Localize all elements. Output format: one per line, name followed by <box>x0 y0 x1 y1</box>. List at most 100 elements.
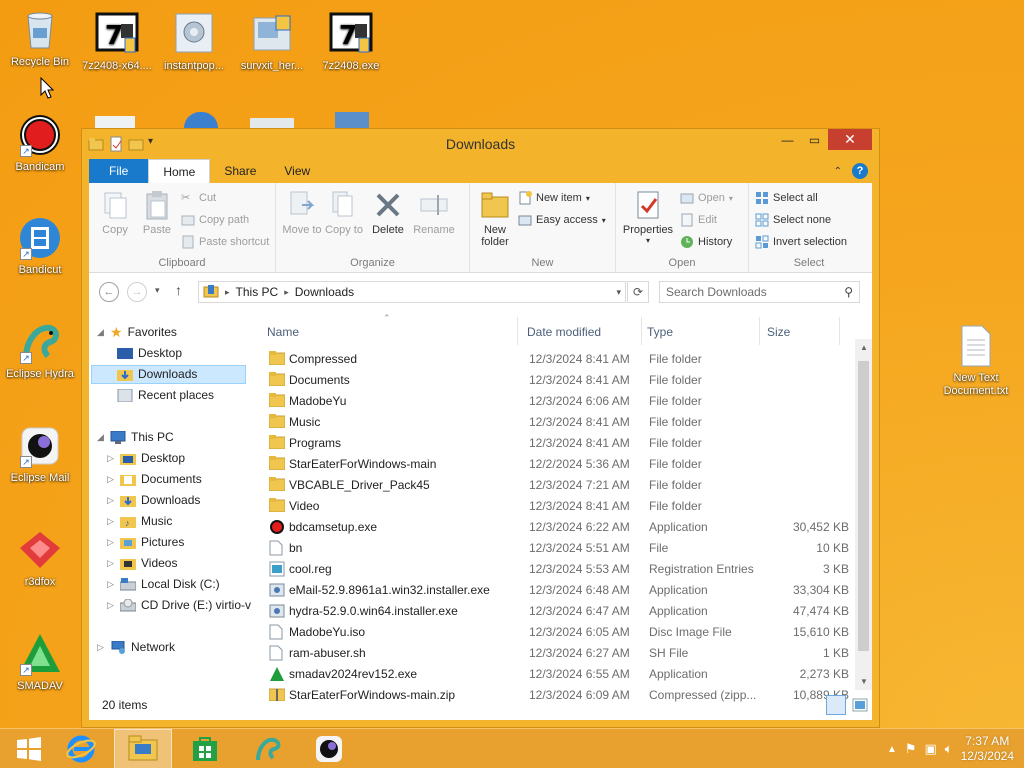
file-row[interactable]: StarEaterForWindows-main 12/2/2024 5:36 A… <box>267 454 857 475</box>
select-all-button[interactable]: Select all <box>755 191 818 205</box>
collapse-arrow-icon[interactable]: ▷ <box>107 575 115 594</box>
nav-network[interactable]: ▷ Network <box>97 638 175 657</box>
file-row[interactable]: Programs 12/3/2024 8:41 AM File folder <box>267 433 857 454</box>
scroll-up-icon[interactable]: ▲ <box>860 343 868 352</box>
easy-access-button[interactable]: Easy access ▾ <box>518 213 606 227</box>
nav-pc-videos[interactable]: ▷ Videos <box>107 554 177 573</box>
desktop-icon-eclipse-hydra[interactable]: ↗ Eclipse Hydra <box>0 320 80 380</box>
nav-pc-documents[interactable]: ▷ Documents <box>107 470 202 489</box>
desktop-icon-instantpop[interactable]: instantpop... <box>154 12 234 72</box>
column-header-size[interactable]: Size <box>767 325 790 339</box>
nav-pc-local-disk[interactable]: ▷ Local Disk (C:) <box>107 575 220 594</box>
minimize-ribbon-icon[interactable]: ⌃ <box>834 166 842 177</box>
paste-shortcut-button[interactable]: Paste shortcut <box>181 235 269 249</box>
history-button[interactable]: History <box>680 235 732 249</box>
nav-this-pc[interactable]: ◢ This PC <box>97 428 174 447</box>
nav-fav-recent-places[interactable]: Recent places <box>117 386 214 405</box>
large-icons-view-icon[interactable] <box>852 697 868 713</box>
file-row[interactable]: VBCABLE_Driver_Pack45 12/3/2024 7:21 AM Fi… <box>267 475 857 496</box>
taskbar-store[interactable] <box>176 729 234 768</box>
back-button[interactable]: ← <box>99 282 119 302</box>
nav-pc-downloads[interactable]: ▷ Downloads <box>107 491 200 510</box>
start-button[interactable] <box>0 729 58 768</box>
collapse-arrow-icon[interactable]: ▷ <box>97 638 105 657</box>
desktop-icon-recycle-bin[interactable]: Recycle Bin <box>0 8 80 68</box>
refresh-icon[interactable]: ⟳ <box>627 281 649 303</box>
up-arrow-icon[interactable]: ↑ <box>175 282 182 298</box>
column-header-name[interactable]: Name <box>267 325 299 339</box>
collapse-arrow-icon[interactable]: ▷ <box>107 512 115 531</box>
nav-fav-desktop[interactable]: Desktop <box>117 344 182 363</box>
desktop-icon-new-text-document[interactable]: New Text Document.txt <box>935 324 1017 398</box>
file-row[interactable]: hydra-52.9.0.win64.installer.exe 12/3/202… <box>267 601 857 622</box>
cut-button[interactable]: ✂ Cut <box>181 191 216 205</box>
desktop-icon-smadav[interactable]: ↗ SMADAV <box>0 632 80 692</box>
breadcrumb-this-pc[interactable]: This PC <box>236 285 279 299</box>
file-row[interactable]: MadobeYu.iso 12/3/2024 6:05 AM Disc Image … <box>267 622 857 643</box>
file-row[interactable]: ram-abuser.sh 12/3/2024 6:27 AM SH File 1 K… <box>267 643 857 664</box>
nav-pc-music[interactable]: ▷ ♪ Music <box>107 512 172 531</box>
forward-button[interactable]: → <box>127 282 147 302</box>
minimize-button[interactable]: — <box>774 129 801 150</box>
scrollbar-thumb[interactable] <box>858 361 869 651</box>
network-icon[interactable]: ▣ <box>925 741 937 757</box>
address-bar[interactable]: ▸ This PC ▸ Downloads ▾ <box>198 281 626 303</box>
desktop-icon-survxit[interactable]: survxit_her... <box>232 12 312 72</box>
file-row[interactable]: eMail-52.9.8961a1.win32.installer.exe 12/… <box>267 580 857 601</box>
edit-button[interactable]: Edit <box>680 213 717 227</box>
new-item-button[interactable]: New item ▾ <box>518 191 590 205</box>
collapse-arrow-icon[interactable]: ▷ <box>107 533 115 552</box>
nav-pc-desktop[interactable]: ▷ Desktop <box>107 449 185 468</box>
collapse-arrow-icon[interactable]: ▷ <box>107 491 115 510</box>
volume-icon[interactable]: 🔈︎ <box>945 741 953 757</box>
nav-favorites[interactable]: ◢ ★ Favorites <box>97 323 177 342</box>
vertical-scrollbar[interactable]: ▲ ▼ <box>855 339 872 690</box>
nav-pc-cd-drive[interactable]: ▷ CD Drive (E:) virtio-v <box>107 596 251 615</box>
tab-view[interactable]: View <box>270 159 324 183</box>
breadcrumb-downloads[interactable]: Downloads <box>295 285 354 299</box>
desktop-icon-r3dfox[interactable]: r3dfox <box>0 528 80 588</box>
desktop-icon-bandicam[interactable]: ↗ Bandicam <box>0 113 80 173</box>
paste-button[interactable]: Paste <box>135 187 179 236</box>
properties-button[interactable]: Properties ▾ <box>620 187 676 245</box>
address-dropdown-icon[interactable]: ▾ <box>616 287 621 298</box>
details-view-icon[interactable] <box>826 695 846 715</box>
file-row[interactable]: MadobeYu 12/3/2024 6:06 AM File folder <box>267 391 857 412</box>
tab-home[interactable]: Home <box>148 159 211 183</box>
file-row[interactable]: Documents 12/3/2024 8:41 AM File folder <box>267 370 857 391</box>
delete-button[interactable]: Delete <box>366 187 410 236</box>
scroll-down-icon[interactable]: ▼ <box>860 677 868 686</box>
tab-file[interactable]: File <box>89 159 149 183</box>
nav-fav-downloads[interactable]: Downloads <box>91 365 246 384</box>
action-center-flag-icon[interactable]: ⚑ <box>905 741 917 757</box>
select-none-button[interactable]: Select none <box>755 213 831 227</box>
collapse-arrow-icon[interactable]: ▷ <box>107 449 115 468</box>
file-row[interactable]: Compressed 12/3/2024 8:41 AM File folder <box>267 349 857 370</box>
taskbar-internet-explorer[interactable] <box>52 729 110 768</box>
move-to-button[interactable]: Move to <box>280 187 324 236</box>
taskbar-file-explorer[interactable] <box>114 729 172 768</box>
collapse-arrow-icon[interactable]: ▷ <box>107 596 115 615</box>
file-row[interactable]: Video 12/3/2024 8:41 AM File folder <box>267 496 857 517</box>
rename-button[interactable]: Rename <box>412 187 456 236</box>
file-row[interactable]: Music 12/3/2024 8:41 AM File folder <box>267 412 857 433</box>
new-folder-button[interactable]: New folder <box>473 187 517 248</box>
file-row[interactable]: bdcamsetup.exe 12/3/2024 6:22 AM Applicati… <box>267 517 857 538</box>
nav-pc-pictures[interactable]: ▷ Pictures <box>107 533 184 552</box>
recent-locations-icon[interactable]: ▾ <box>155 285 160 296</box>
close-button[interactable]: ✕ <box>828 129 872 150</box>
file-row[interactable]: smadav2024rev152.exe 12/3/2024 6:55 AM App… <box>267 664 857 685</box>
maximize-button[interactable]: ▭ <box>801 129 828 150</box>
show-hidden-icons-icon[interactable]: ▲ <box>887 744 897 755</box>
copy-path-button[interactable]: Copy path <box>181 213 249 227</box>
invert-selection-button[interactable]: Invert selection <box>755 235 847 249</box>
taskbar-eclipse-mail[interactable] <box>300 729 358 768</box>
search-input[interactable]: Search Downloads ⚲ <box>659 281 860 303</box>
tab-share[interactable]: Share <box>210 159 270 183</box>
file-row[interactable]: bn 12/3/2024 5:51 AM File 10 KB <box>267 538 857 559</box>
open-button[interactable]: Open ▾ <box>680 191 733 205</box>
desktop-icon-eclipse-mail[interactable]: ↗ Eclipse Mail <box>0 424 80 484</box>
desktop-icon-7z-x64[interactable]: 7 7z2408-x64.... <box>77 12 157 72</box>
column-header-type[interactable]: Type <box>647 325 673 339</box>
copy-button[interactable]: Copy <box>93 187 137 236</box>
